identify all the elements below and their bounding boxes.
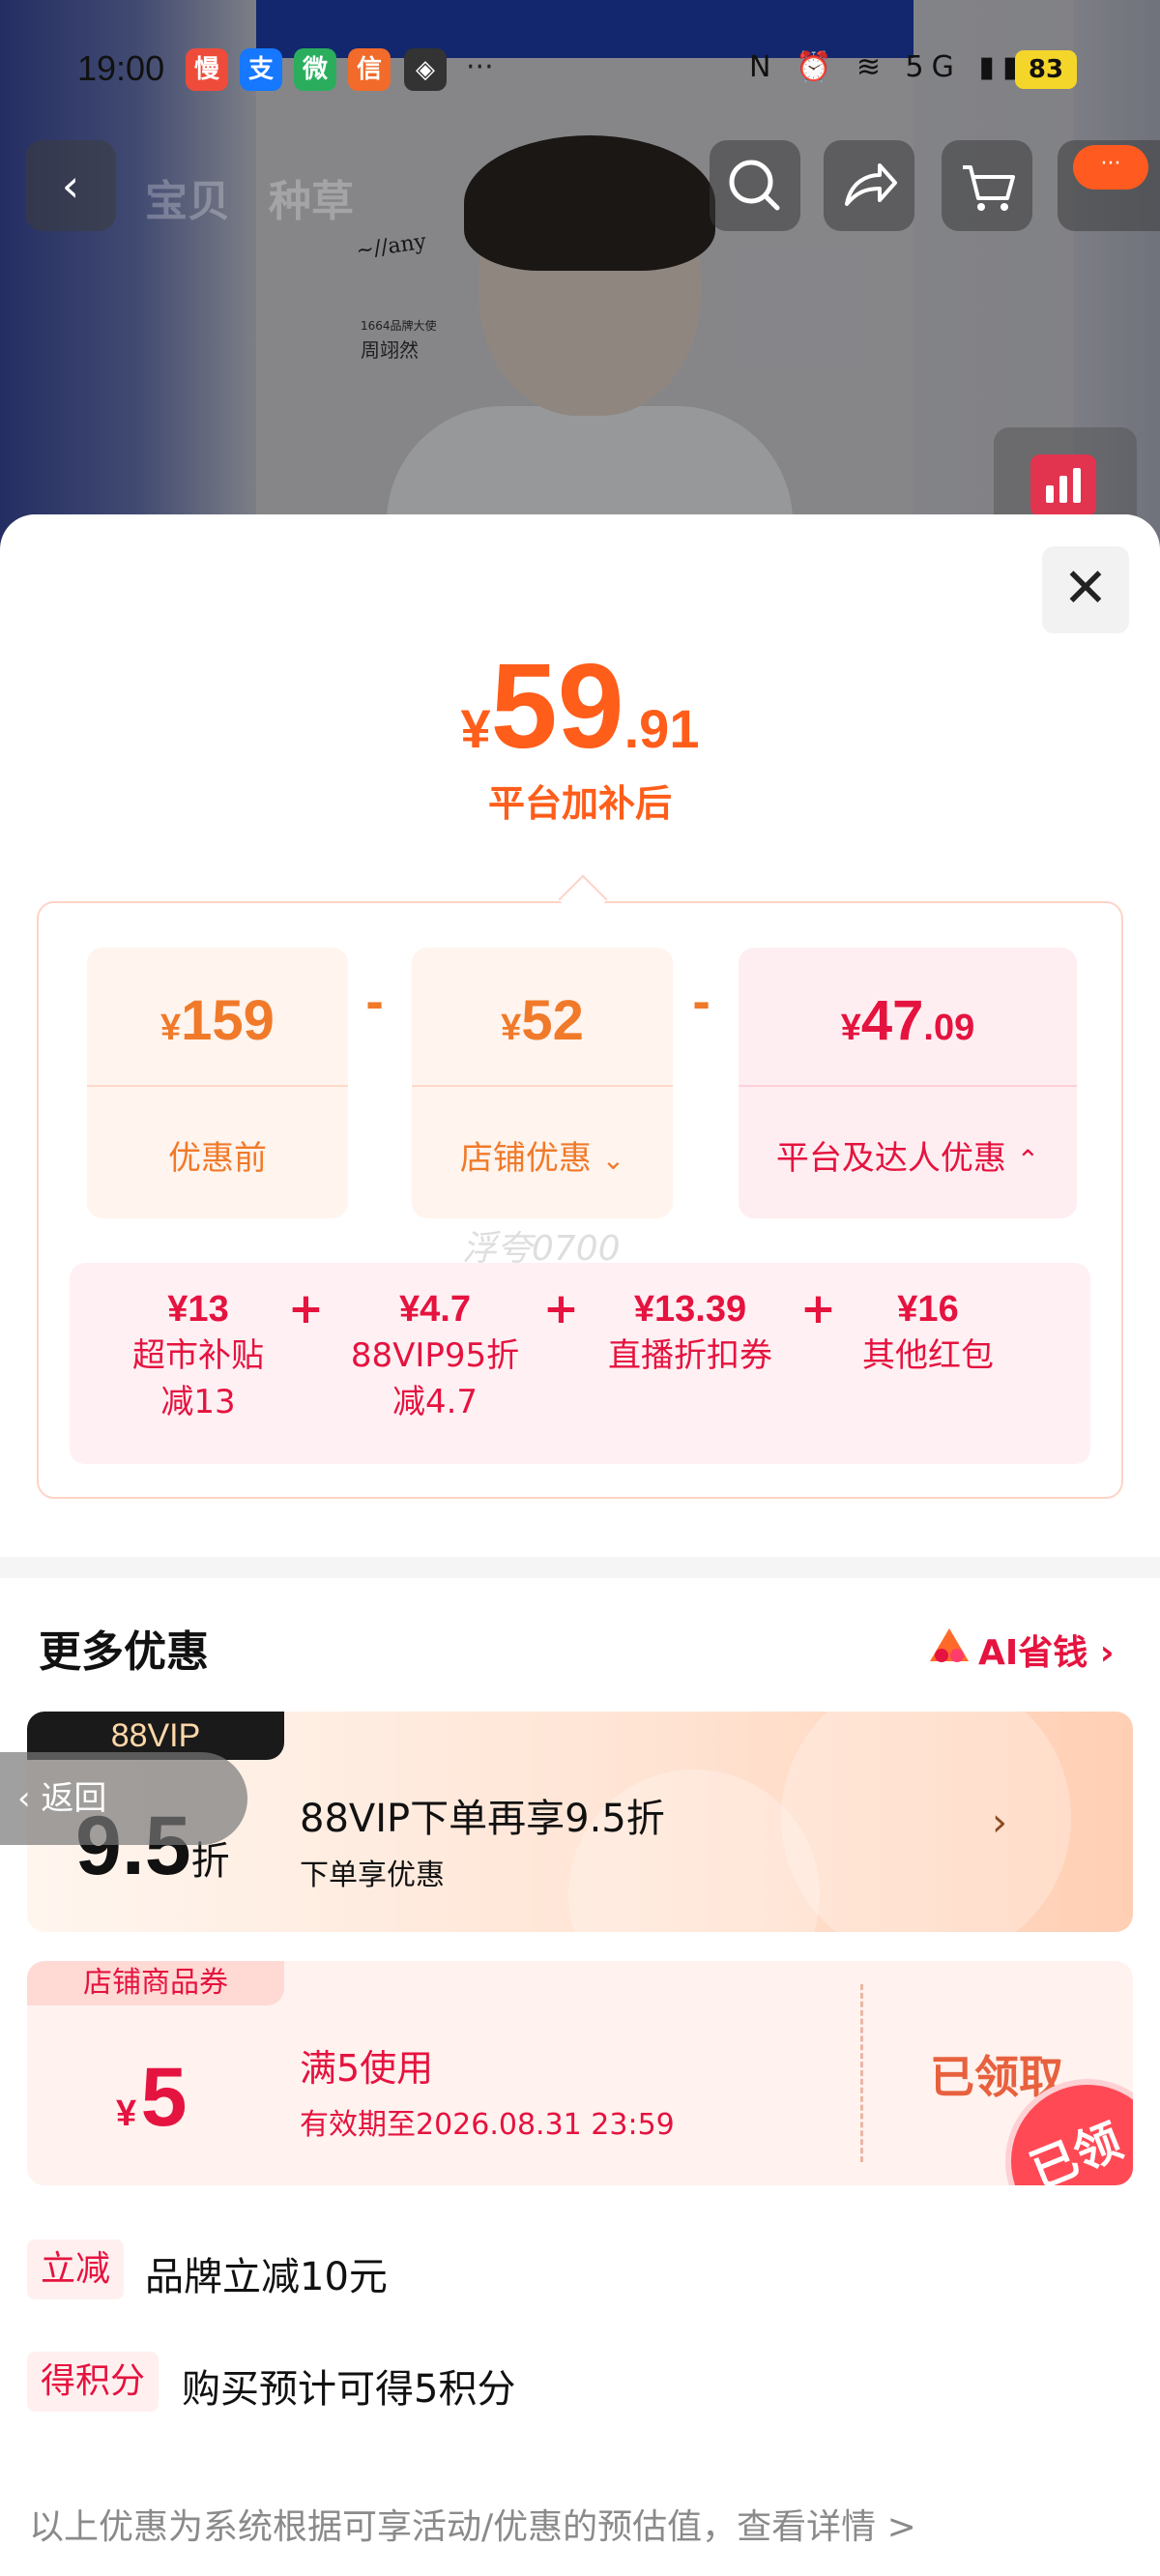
store-value: 52 bbox=[521, 989, 584, 1052]
store-discount-cell[interactable]: ¥52 店铺优惠 ⌄ bbox=[412, 948, 673, 1218]
points-badge: 得积分 bbox=[27, 2352, 160, 2412]
platform-currency: ¥ bbox=[840, 1008, 861, 1048]
share-icon bbox=[845, 163, 897, 206]
vip-subtitle: 下单享优惠 bbox=[300, 1859, 445, 1892]
instant-discount-text: 品牌立减10元 bbox=[145, 2255, 388, 2299]
floating-back-button[interactable]: ‹ 返回 bbox=[0, 1752, 247, 1845]
original-currency: ¥ bbox=[160, 1008, 182, 1048]
search-button[interactable] bbox=[710, 140, 800, 231]
platform-discount-cell[interactable]: ¥47.09 平台及达人优惠 ⌃ bbox=[739, 948, 1077, 1218]
sub-item-live-coupon: ¥13.39 直播折扣券 bbox=[584, 1286, 797, 1379]
sub-item-value: ¥4.7 bbox=[399, 1289, 471, 1330]
more-menu-pill[interactable]: ··· bbox=[1073, 145, 1148, 190]
more-discounts-title: 更多优惠 bbox=[39, 1627, 209, 1677]
sub-item-label: 超市补贴 bbox=[132, 1336, 264, 1375]
alipay-icon: 支 bbox=[240, 48, 282, 91]
sub-item-value: ¥16 bbox=[897, 1289, 959, 1330]
final-price-decimal: .91 bbox=[624, 698, 700, 759]
sub-item-note: 减13 bbox=[160, 1383, 236, 1421]
vip-discount-unit: 折 bbox=[190, 1840, 230, 1883]
close-icon: ✕ bbox=[1062, 557, 1109, 620]
sub-item-label: 直播折扣券 bbox=[608, 1336, 772, 1375]
tab-seeding[interactable]: 种草 bbox=[269, 166, 354, 228]
store-label: 店铺优惠 bbox=[459, 1139, 592, 1178]
store-currency: ¥ bbox=[501, 1008, 522, 1048]
final-price: ¥59.91 bbox=[0, 638, 1160, 776]
points-text: 购买预计可得5积分 bbox=[182, 2367, 516, 2412]
wechat-icon: 微 bbox=[294, 48, 336, 91]
minus-sign: - bbox=[365, 977, 385, 1029]
shield-icon: ◈ bbox=[404, 48, 447, 91]
platform-label: 平台及达人优惠 bbox=[775, 1139, 1006, 1178]
coupon-currency: ¥ bbox=[116, 2093, 137, 2134]
status-bar: 19:00 慢 支 微 信 ◈ ··· N ⏰ ≋ 5G ▮▮▮ 83 bbox=[0, 39, 1160, 97]
original-label: 优惠前 bbox=[168, 1139, 267, 1178]
minus-sign: - bbox=[692, 977, 711, 1029]
app-icon-man: 慢 bbox=[186, 48, 228, 91]
coupon-condition: 满5使用 bbox=[300, 2047, 434, 2090]
system-status-icons: N ⏰ ≋ 5G ▮▮▮ bbox=[749, 50, 1050, 84]
claimed-stamp: 已领 bbox=[980, 2054, 1133, 2185]
more-notifications-icon: ··· bbox=[466, 50, 494, 84]
search-icon bbox=[729, 160, 780, 211]
sub-item-label: 其他红包 bbox=[862, 1336, 994, 1375]
platform-integer: 47 bbox=[860, 989, 924, 1052]
ai-save-money-link[interactable]: AI省钱 › bbox=[978, 1625, 1115, 1675]
sub-item-red-packet: ¥16 其他红包 bbox=[841, 1286, 1015, 1379]
message-icon: 信 bbox=[348, 48, 391, 91]
vip-title: 88VIP下单再享9.5折 bbox=[300, 1797, 665, 1841]
estimate-footnote-link[interactable]: 以上优惠为系统根据可享活动/优惠的预估值，查看详情 > bbox=[29, 2499, 916, 2549]
coupon-validity: 有效期至2026.08.31 23:59 bbox=[300, 2108, 675, 2142]
back-icon: ‹ bbox=[61, 160, 80, 212]
chevron-down-icon: ⌄ bbox=[601, 1144, 625, 1176]
chevron-up-icon: ⌃ bbox=[1016, 1144, 1040, 1176]
final-price-integer: 59 bbox=[490, 640, 624, 774]
coupon-tag: 店铺商品券 bbox=[27, 1961, 284, 2005]
plus-sign: + bbox=[800, 1284, 836, 1333]
original-price-cell: ¥159 优惠前 bbox=[87, 948, 348, 1218]
battery-indicator: 83 bbox=[1015, 50, 1077, 89]
platform-decimal: .09 bbox=[923, 1008, 975, 1048]
plus-sign: + bbox=[543, 1284, 579, 1333]
sub-item-value: ¥13 bbox=[167, 1289, 229, 1330]
final-price-label: 平台加补后 bbox=[487, 782, 672, 825]
chevron-right-icon[interactable]: › bbox=[992, 1800, 1007, 1845]
close-button[interactable]: ✕ bbox=[1042, 546, 1129, 633]
original-value: 159 bbox=[181, 989, 275, 1052]
coupon-value: 5 bbox=[140, 2051, 188, 2144]
sub-item-label: 88VIP95折 bbox=[350, 1336, 520, 1375]
coupon-amount: ¥ 5 bbox=[116, 2050, 187, 2146]
ai-logo-icon bbox=[930, 1628, 969, 1662]
tab-product[interactable]: 宝贝 bbox=[145, 166, 230, 228]
sub-item-supermarket: ¥13 超市补贴 减13 bbox=[106, 1286, 290, 1425]
bar-chart-icon bbox=[1030, 454, 1096, 516]
sub-item-value: ¥13.39 bbox=[633, 1289, 747, 1330]
instant-discount-badge: 立减 bbox=[27, 2239, 125, 2299]
final-price-currency: ¥ bbox=[460, 698, 491, 759]
sub-item-88vip: ¥4.7 88VIP95折 减4.7 bbox=[329, 1286, 541, 1425]
back-button[interactable]: ‹ bbox=[25, 140, 116, 231]
section-divider bbox=[0, 1557, 1160, 1578]
cart-icon bbox=[963, 165, 1015, 211]
coupon-divider bbox=[860, 1984, 863, 2162]
share-button[interactable] bbox=[824, 140, 914, 231]
plus-sign: + bbox=[288, 1284, 324, 1333]
sub-item-note: 减4.7 bbox=[392, 1383, 478, 1421]
status-time: 19:00 bbox=[77, 48, 165, 88]
cart-button[interactable] bbox=[942, 140, 1032, 231]
